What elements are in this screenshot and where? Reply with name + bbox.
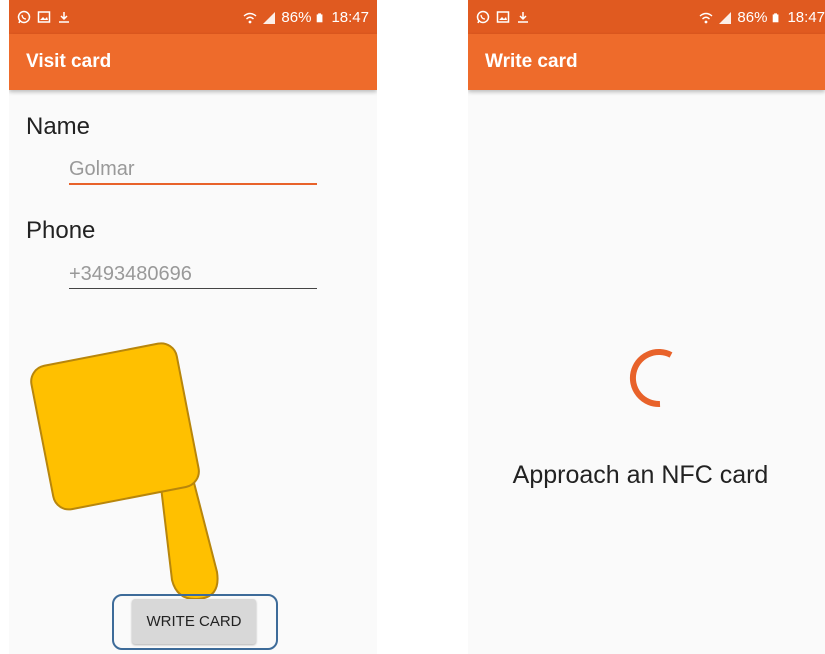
pointer-hand-icon [30, 342, 219, 601]
status-bar: 86% 18:47 [9, 0, 377, 34]
whatsapp-icon [17, 10, 31, 24]
phone-label: Phone [26, 217, 96, 244]
battery-percent: 86% [737, 9, 768, 26]
loading-spinner-icon [629, 349, 673, 408]
app-bar: Visit card [9, 34, 377, 90]
screen-title: Visit card [26, 51, 112, 72]
battery-icon [773, 12, 779, 22]
battery-percent: 86% [281, 9, 312, 26]
gallery-icon [496, 11, 510, 23]
download-icon [518, 12, 528, 23]
clock: 18:47 [787, 9, 825, 26]
download-icon [59, 12, 69, 23]
phone-input-underline [69, 288, 317, 289]
battery-icon [317, 12, 323, 22]
write-card-button[interactable]: WRITE CARD [132, 599, 256, 644]
phone-input[interactable] [69, 259, 317, 289]
name-input[interactable] [69, 154, 317, 184]
wifi-icon [243, 12, 257, 23]
clock: 18:47 [331, 9, 369, 26]
name-input-underline [69, 183, 317, 185]
signal-icon [719, 11, 732, 24]
whatsapp-icon [476, 10, 490, 24]
write-card-screen: 86% 18:47 Write card Approach an NFC car… [468, 0, 825, 654]
status-bar: 86% 18:47 [468, 0, 825, 34]
nfc-prompt-message: Approach an NFC card [512, 461, 769, 489]
screen-title: Write card [485, 51, 578, 72]
wifi-icon [699, 12, 713, 23]
app-bar: Write card [468, 34, 825, 90]
visit-card-screen: 86% 18:47 Visit card Name Phone WRITE CA… [9, 0, 377, 654]
signal-icon [263, 11, 276, 24]
gallery-icon [37, 11, 51, 23]
name-label: Name [26, 113, 91, 140]
